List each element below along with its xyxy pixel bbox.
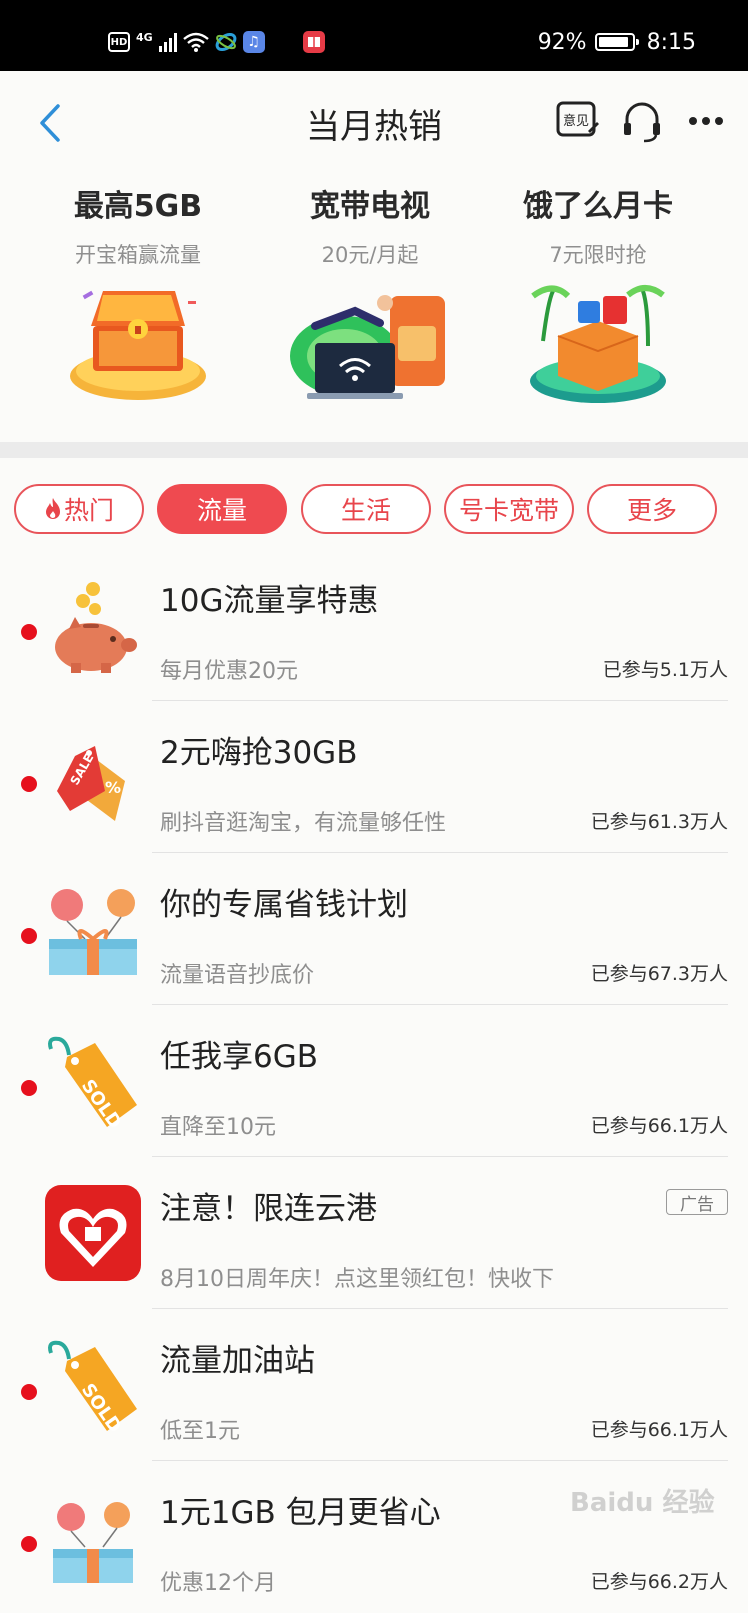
promo-card-broadband[interactable]: 宽带电视 20元/月起 bbox=[250, 181, 490, 411]
promo-card-eleme[interactable]: 饿了么月卡 7元限时抢 bbox=[478, 181, 718, 411]
unread-dot bbox=[21, 1536, 37, 1552]
section-divider bbox=[0, 442, 748, 458]
battery-level-fill bbox=[598, 37, 629, 47]
unread-dot bbox=[21, 1080, 37, 1096]
participants-count: 已参与66.2万人 bbox=[590, 1571, 728, 1593]
promo-title: 宽带电视 bbox=[310, 189, 430, 224]
list-item[interactable]: 你的专属省钱计划 流量语音抄底价 已参与67.3万人 bbox=[0, 853, 748, 1005]
hd-icon: HD bbox=[108, 32, 130, 52]
item-title: 1元1GB 包月更省心 bbox=[160, 1495, 441, 1531]
promo-subtitle: 20元/月起 bbox=[321, 243, 419, 267]
network-type-label: 4G bbox=[136, 30, 153, 44]
battery-icon bbox=[594, 33, 639, 51]
promo-title: 最高5GB bbox=[73, 189, 203, 224]
list-item[interactable]: SOLD 任我享6GB 直降至10元 已参与66.1万人 bbox=[0, 1005, 748, 1157]
flame-icon bbox=[45, 498, 60, 519]
item-title: 流量加油站 bbox=[160, 1343, 315, 1379]
top-nav-bar: 当月热销 意见 bbox=[0, 71, 748, 171]
participants-count: 已参与66.1万人 bbox=[590, 1419, 728, 1441]
clock: 8:15 bbox=[646, 29, 696, 55]
promo-subtitle: 开宝箱赢流量 bbox=[75, 243, 201, 267]
tab-label: 生活 bbox=[340, 496, 391, 525]
tab-label: 流量 bbox=[196, 496, 247, 525]
item-description: 优惠12个月 bbox=[160, 1571, 276, 1596]
status-icons-right: 92% 8:15 bbox=[538, 28, 696, 56]
item-description: 低至1元 bbox=[160, 1419, 240, 1444]
item-description: 直降至10元 bbox=[160, 1115, 276, 1140]
item-title: 10G流量享特惠 bbox=[160, 583, 379, 619]
list-item[interactable]: SOLD 流量加油站 低至1元 已参与66.1万人 bbox=[0, 1309, 748, 1461]
unread-dot bbox=[21, 928, 37, 944]
unread-dot bbox=[21, 624, 37, 640]
headset-icon[interactable] bbox=[622, 101, 662, 145]
item-description: 刷抖音逛淘宝，有流量够任性 bbox=[160, 811, 447, 836]
item-title: 注意！限连云港 bbox=[160, 1191, 377, 1227]
battery-percent: 92% bbox=[537, 29, 587, 55]
wifi-icon bbox=[182, 32, 209, 52]
item-description: 流量语音抄底价 bbox=[160, 963, 315, 988]
participants-count: 已参与5.1万人 bbox=[602, 659, 728, 681]
status-bar: HD 4G ♫ 92% 8:15 bbox=[0, 0, 748, 71]
tab-label: 号卡宽带 bbox=[458, 496, 559, 525]
item-description: 8月10日周年庆！点这里领红包！快收下 bbox=[160, 1267, 554, 1292]
unread-dot bbox=[21, 776, 37, 792]
item-title: 任我享6GB bbox=[160, 1039, 319, 1075]
tab-label: 更多 bbox=[626, 496, 677, 525]
watermark: Baidu 经验 bbox=[570, 1488, 715, 1518]
item-description: 每月优惠20元 bbox=[160, 659, 298, 684]
tab-hot[interactable]: 热门 bbox=[14, 484, 144, 534]
broadband-tv-icon bbox=[290, 295, 445, 399]
participants-count: 已参与67.3万人 bbox=[590, 963, 728, 985]
signal-icon bbox=[158, 32, 177, 52]
gift-balloons-icon bbox=[49, 889, 137, 975]
tab-data[interactable]: 流量 bbox=[157, 484, 287, 534]
participants-count: 已参与61.3万人 bbox=[590, 811, 728, 833]
sold-tag-icon: SOLD bbox=[48, 1340, 137, 1435]
more-icon[interactable] bbox=[688, 115, 724, 127]
tab-life[interactable]: 生活 bbox=[301, 484, 431, 534]
promo-subtitle: 7元限时抢 bbox=[549, 243, 647, 267]
gift-island-icon bbox=[530, 285, 666, 403]
svg-text:%: % bbox=[105, 778, 121, 797]
china-mobile-icon bbox=[215, 32, 237, 52]
list-item[interactable]: 10G流量享特惠 每月优惠20元 已参与5.1万人 bbox=[0, 549, 748, 701]
pinduoduo-logo-icon bbox=[45, 1185, 141, 1281]
gift-balloons-icon bbox=[53, 1502, 133, 1583]
feedback-icon[interactable]: 意见 bbox=[556, 101, 600, 141]
tab-sim-broadband[interactable]: 号卡宽带 bbox=[444, 484, 574, 534]
feedback-icon-text: 意见 bbox=[563, 113, 589, 129]
participants-count: 已参与66.1万人 bbox=[590, 1115, 728, 1137]
item-title: 你的专属省钱计划 bbox=[160, 887, 408, 923]
unread-dot bbox=[21, 1384, 37, 1400]
piggy-bank-icon bbox=[55, 582, 137, 673]
treasure-chest-icon bbox=[70, 290, 206, 400]
status-icons-left: HD 4G ♫ bbox=[108, 28, 325, 56]
music-app-icon: ♫ bbox=[242, 31, 265, 53]
promo-title: 饿了么月卡 bbox=[523, 189, 673, 224]
item-title: 2元嗨抢30GB bbox=[160, 735, 358, 771]
list-item[interactable]: SALE % 2元嗨抢30GB 刷抖音逛淘宝，有流量够任性 已参与61.3万人 bbox=[0, 701, 748, 853]
promo-card-treasure[interactable]: 最高5GB 开宝箱赢流量 bbox=[18, 181, 258, 411]
sold-tag-icon: SOLD bbox=[48, 1036, 137, 1131]
tab-more[interactable]: 更多 bbox=[587, 484, 717, 534]
reader-app-icon bbox=[302, 31, 325, 53]
sale-tag-icon: SALE % bbox=[57, 746, 125, 821]
list-item-ad[interactable]: 注意！限连云港 广告 8月10日周年庆！点这里领红包！快收下 bbox=[0, 1157, 748, 1309]
tab-label: 热门 bbox=[63, 496, 114, 525]
ad-badge: 广告 bbox=[666, 1189, 728, 1215]
